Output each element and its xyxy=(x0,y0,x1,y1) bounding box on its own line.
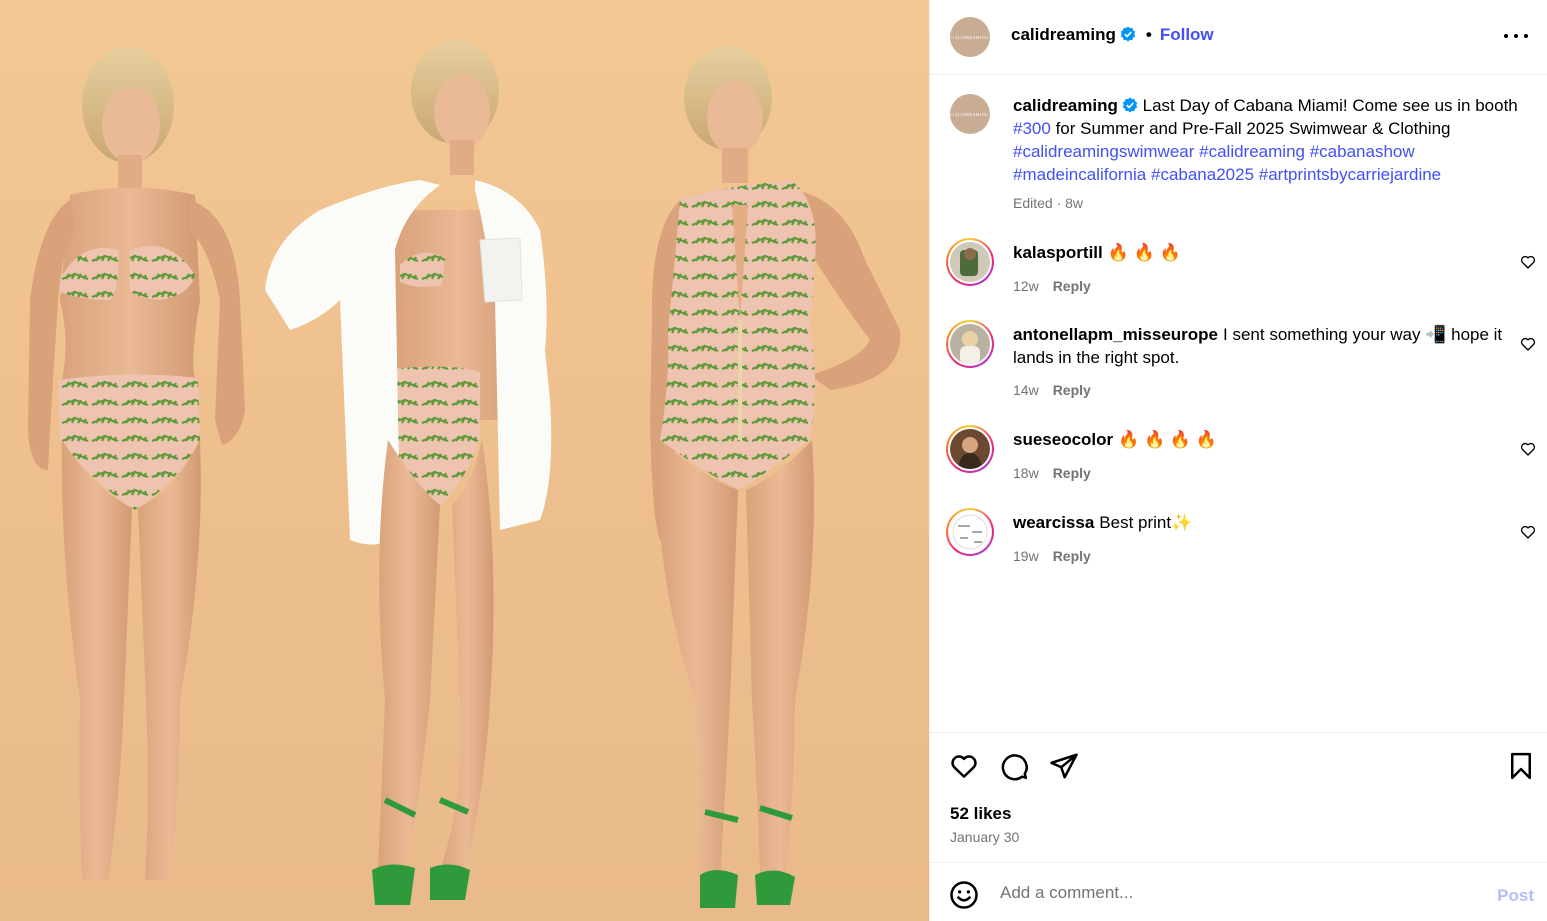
model-right xyxy=(650,46,901,908)
comment-time: 18w xyxy=(1013,465,1039,481)
more-options-icon[interactable] xyxy=(1504,26,1528,46)
emoji-smiley-icon[interactable] xyxy=(949,880,979,910)
author-avatar[interactable]: CALIDREAMING xyxy=(950,17,990,57)
like-comment-heart-icon[interactable] xyxy=(1520,441,1536,457)
reply-button[interactable]: Reply xyxy=(1053,465,1091,481)
hashtag-link[interactable]: #artprintsbycarriejardine xyxy=(1259,165,1441,184)
comment-avatar-ring[interactable] xyxy=(946,238,994,286)
booth-hashtag[interactable]: #300 xyxy=(1013,119,1051,138)
post-header: CALIDREAMING calidreaming • Follow xyxy=(930,0,1547,75)
hashtag-link[interactable]: #cabana2025 xyxy=(1151,165,1254,184)
comment-composer: Post xyxy=(930,862,1547,921)
comment-bubble-icon[interactable] xyxy=(999,751,1029,781)
comment-avatar-ring[interactable] xyxy=(946,425,994,473)
caption-body-part2: for Summer and Pre-Fall 2025 Swimwear & … xyxy=(1055,119,1451,138)
comment-text: antonellapm_misseurope I sent something y… xyxy=(1013,323,1503,369)
comment-time: 12w xyxy=(1013,278,1039,294)
header-user-line: calidreaming • Follow xyxy=(1011,25,1214,45)
comment-time: 19w xyxy=(1013,548,1039,564)
comment-username[interactable]: sueseocolor xyxy=(1013,430,1113,449)
post-comment-button[interactable]: Post xyxy=(1497,886,1534,906)
comment-message: 🔥 🔥 🔥 🔥 xyxy=(1118,430,1217,449)
author-username[interactable]: calidreaming xyxy=(1011,25,1116,44)
hashtag-link[interactable]: #calidreaming xyxy=(1199,142,1305,161)
like-comment-heart-icon[interactable] xyxy=(1520,336,1536,352)
add-comment-input[interactable] xyxy=(1000,879,1470,907)
caption-text: calidreaming Last Day of Cabana Miami! C… xyxy=(1013,94,1528,186)
caption-avatar[interactable]: CALIDREAMING xyxy=(950,94,990,134)
verified-badge-icon xyxy=(1122,97,1138,113)
comment-meta: 12w Reply xyxy=(1013,278,1091,294)
caption-body-part1: Last Day of Cabana Miami! Come see us in… xyxy=(1142,96,1518,115)
comment-username[interactable]: kalasportill xyxy=(1013,243,1103,262)
comment-meta: 19w Reply xyxy=(1013,548,1091,564)
hashtag-link[interactable]: #madeincalifornia xyxy=(1013,165,1146,184)
comment-avatar-ring[interactable] xyxy=(946,508,994,556)
save-bookmark-icon[interactable] xyxy=(1506,751,1536,781)
model-center xyxy=(265,40,552,905)
comment-text: wearcissa Best print✨ xyxy=(1013,511,1503,534)
commenter-avatar xyxy=(950,324,990,364)
reply-button[interactable]: Reply xyxy=(1053,278,1091,294)
avatar-logo-text: CALIDREAMING xyxy=(951,34,989,40)
comment-username[interactable]: wearcissa xyxy=(1013,513,1094,532)
caption-username[interactable]: calidreaming xyxy=(1013,96,1118,115)
comment-meta: 18w Reply xyxy=(1013,465,1091,481)
like-comment-heart-icon[interactable] xyxy=(1520,254,1536,270)
comment-text: kalasportill 🔥 🔥 🔥 xyxy=(1013,241,1503,264)
comment-message: Best print✨ xyxy=(1099,513,1193,532)
commenter-avatar xyxy=(950,512,990,552)
commenter-avatar xyxy=(950,429,990,469)
share-paper-plane-icon[interactable] xyxy=(1049,751,1079,781)
swimwear-models-photo xyxy=(28,40,901,908)
separator-dot: • xyxy=(1145,25,1152,44)
comment-time: 14w xyxy=(1013,382,1039,398)
comment-username[interactable]: antonellapm_misseurope xyxy=(1013,325,1218,344)
follow-button[interactable]: Follow xyxy=(1160,25,1214,44)
hashtag-link[interactable]: #cabanashow xyxy=(1310,142,1415,161)
commenter-avatar xyxy=(950,242,990,282)
caption-avatar-logo-text: CALIDREAMING xyxy=(951,111,989,117)
comment-avatar-ring[interactable] xyxy=(946,320,994,368)
comment-meta: 14w Reply xyxy=(1013,382,1091,398)
post-side-panel: CALIDREAMING calidreaming • Follow CALIDRE… xyxy=(929,0,1547,921)
like-comment-heart-icon[interactable] xyxy=(1520,524,1536,540)
like-heart-icon[interactable] xyxy=(949,751,979,781)
post-image[interactable] xyxy=(0,0,929,921)
reply-button[interactable]: Reply xyxy=(1053,382,1091,398)
verified-badge-icon xyxy=(1120,26,1136,42)
hashtag-link[interactable]: #calidreamingswimwear xyxy=(1013,142,1194,161)
comment-text: sueseocolor 🔥 🔥 🔥 🔥 xyxy=(1013,428,1503,451)
post-date: January 30 xyxy=(950,829,1020,845)
likes-count[interactable]: 52 likes xyxy=(950,804,1011,824)
comment-message: 🔥 🔥 🔥 xyxy=(1107,243,1181,262)
edited-timestamp: Edited · 8w xyxy=(1013,195,1084,211)
post-actions: 52 likes January 30 xyxy=(930,732,1547,862)
model-left xyxy=(28,47,245,880)
reply-button[interactable]: Reply xyxy=(1053,548,1091,564)
